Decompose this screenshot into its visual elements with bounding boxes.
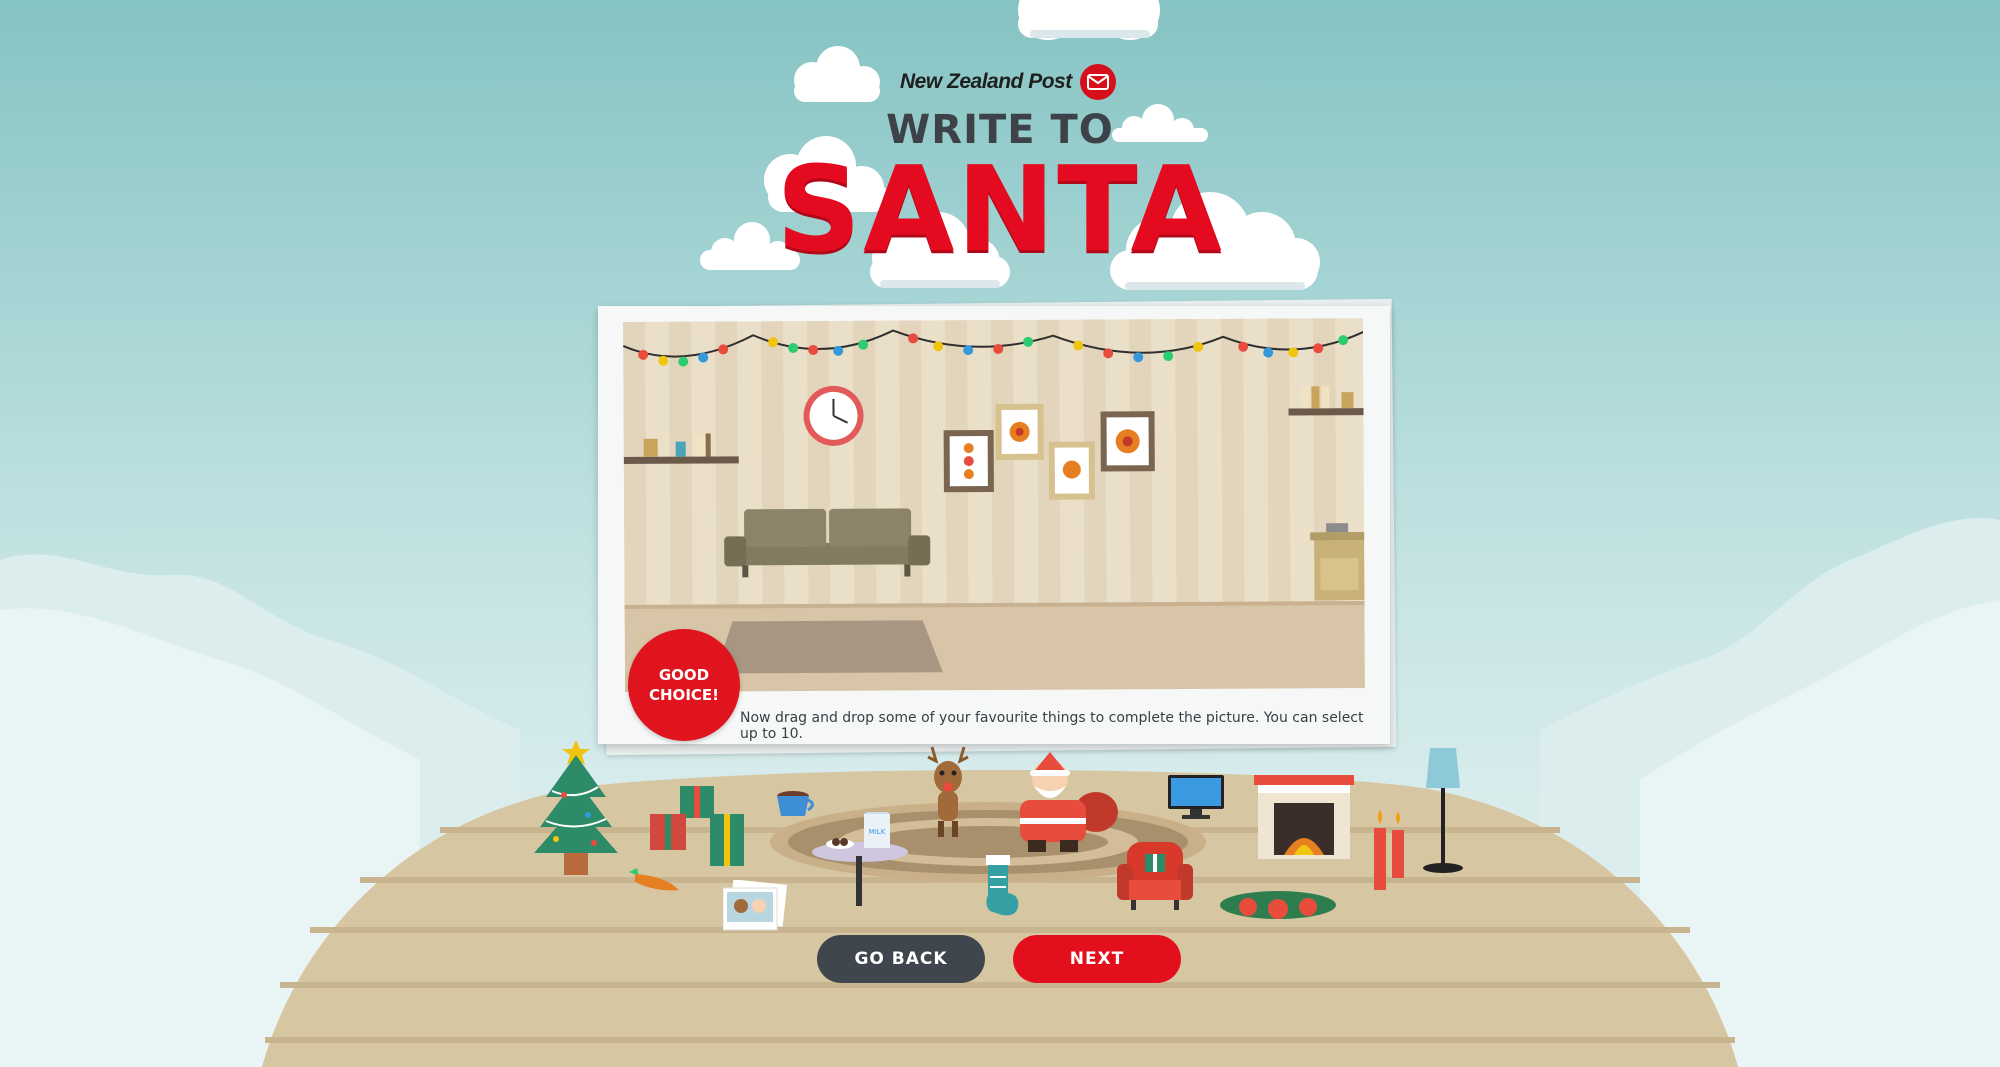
title-line-2: SANTA <box>776 140 1224 278</box>
christmas-tree-icon[interactable] <box>534 735 618 881</box>
badge-line-2: CHOICE! <box>649 686 719 704</box>
good-choice-badge: GOOD CHOICE! <box>628 629 740 741</box>
go-back-button[interactable]: GO BACK <box>817 935 985 983</box>
badge-line-1: GOOD <box>658 666 710 684</box>
coffee-mug-icon[interactable] <box>775 790 815 824</box>
tv-icon[interactable] <box>1168 775 1224 823</box>
reindeer-icon[interactable] <box>920 745 976 845</box>
instructions-text: Now drag and drop some of your favourite… <box>740 710 1364 742</box>
brand-name: New Zealand Post <box>900 70 1072 93</box>
next-button[interactable]: NEXT <box>1013 935 1181 983</box>
candles-icon[interactable] <box>1372 810 1408 894</box>
room-drop-zone[interactable] <box>623 318 1365 692</box>
envelope-icon <box>1079 64 1116 100</box>
floor-lamp-icon[interactable] <box>1420 748 1466 878</box>
milk-label: MILK <box>869 828 886 836</box>
santa-icon[interactable] <box>1010 752 1120 860</box>
armchair-icon[interactable] <box>1117 842 1193 916</box>
wreath-icon[interactable] <box>1218 885 1338 929</box>
nz-post-logo: New Zealand Post <box>900 64 1116 100</box>
fireplace-icon[interactable] <box>1254 775 1354 863</box>
photos-icon[interactable] <box>722 879 791 936</box>
stocking-icon[interactable] <box>980 855 1022 921</box>
milk-and-cookies-table-icon[interactable]: MILK <box>810 806 910 914</box>
presents-icon[interactable] <box>650 784 750 872</box>
carrot-icon[interactable] <box>625 866 681 902</box>
